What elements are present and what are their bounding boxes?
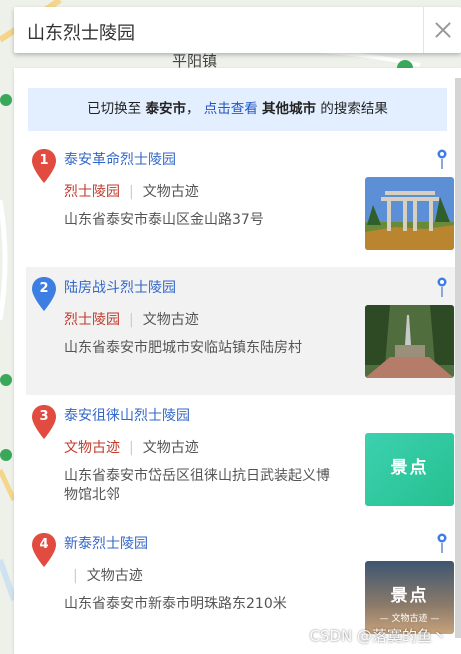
result-tag-type: 文物古迹 [142,184,199,200]
watermark: CSDN @落寞的鱼丶 [309,627,447,645]
result-title[interactable]: 新泰烈士陵园 [64,533,148,553]
placeholder-sublabel: — 文物古迹 — [379,614,440,624]
result-item[interactable]: 3 泰安徂徕山烈士陵园 文物古迹 | 文物古迹 山东省泰安市岱岳区徂徕山抗日武装起义… [26,395,455,523]
city-switch-notice: 已切换至 泰安市， 点击查看 其他城市 的搜索结果 [28,88,447,131]
tag-separator: | [73,568,78,584]
result-tag-type: 文物古迹 [86,568,143,584]
notice-suffix: 的搜索结果 [320,101,388,117]
placeholder-label: 景点 [390,458,429,478]
result-tags: 烈士陵园 | 文物古迹 [64,181,199,201]
marker-pin-icon [32,149,56,183]
notice-prefix: 已切换至 [87,101,142,117]
tag-separator: | [129,184,134,200]
notice-comma: ， [185,101,200,117]
marker-pin-icon [32,533,56,567]
clear-search-button[interactable] [423,7,461,53]
result-tag-type: 文物古迹 [142,312,199,328]
search-input[interactable]: 山东烈士陵园 [27,19,135,45]
result-tags: | 文物古迹 [64,565,143,585]
result-title[interactable]: 陆房战斗烈士陵园 [64,277,176,297]
result-address: 山东省泰安市泰山区金山路37号 [64,212,264,228]
marker-pin-icon [32,277,56,311]
tag-separator: | [129,440,134,456]
result-address: 山东省泰安市新泰市明珠路东210米 [64,596,287,612]
result-photo[interactable] [365,305,454,378]
result-photo-placeholder[interactable]: 景点 — 文物古迹 — [365,561,454,634]
placeholder-label: 景点 [390,586,429,606]
marker-pin-icon [32,405,56,439]
result-address: 山东省泰安市肥城市安临站镇东陆房村 [64,340,302,356]
result-title[interactable]: 泰安革命烈士陵园 [64,149,176,169]
result-tag-category: 烈士陵园 [64,184,120,200]
result-title[interactable]: 泰安徂徕山烈士陵园 [64,405,190,425]
result-item[interactable]: 2 陆房战斗烈士陵园 烈士陵园 | 文物古迹 山东省泰安市肥城市安临站镇东陆房村 [26,267,455,395]
search-box[interactable]: 山东烈士陵园 [14,7,461,53]
street-view-icon[interactable] [437,533,447,555]
result-photo-placeholder[interactable]: 景点 [365,433,454,506]
notice-city: 泰安市 [145,101,186,117]
result-address: 山东省泰安市岱岳区徂徕山抗日武装起义博物馆北邻 [64,468,330,503]
result-tag-category: 文物古迹 [64,440,120,456]
street-view-icon[interactable] [437,149,447,171]
result-item[interactable]: 1 泰安革命烈士陵园 烈士陵园 | 文物古迹 山东省泰安市泰山区金山路37号 [26,139,455,267]
street-view-icon[interactable] [437,277,447,299]
result-tag-type: 文物古迹 [142,440,199,456]
view-link[interactable]: 点击查看 [204,101,258,117]
result-tags: 烈士陵园 | 文物古迹 [64,309,199,329]
other-cities-link[interactable]: 其他城市 [262,101,316,117]
result-tag-category: 烈士陵园 [64,312,120,328]
results-panel: 已切换至 泰安市， 点击查看 其他城市 的搜索结果 1 泰安革命烈士陵园 烈士陵… [14,68,461,654]
result-photo[interactable] [365,177,454,250]
tag-separator: | [129,312,134,328]
scrollbar[interactable] [455,78,461,638]
result-tags: 文物古迹 | 文物古迹 [64,437,199,457]
